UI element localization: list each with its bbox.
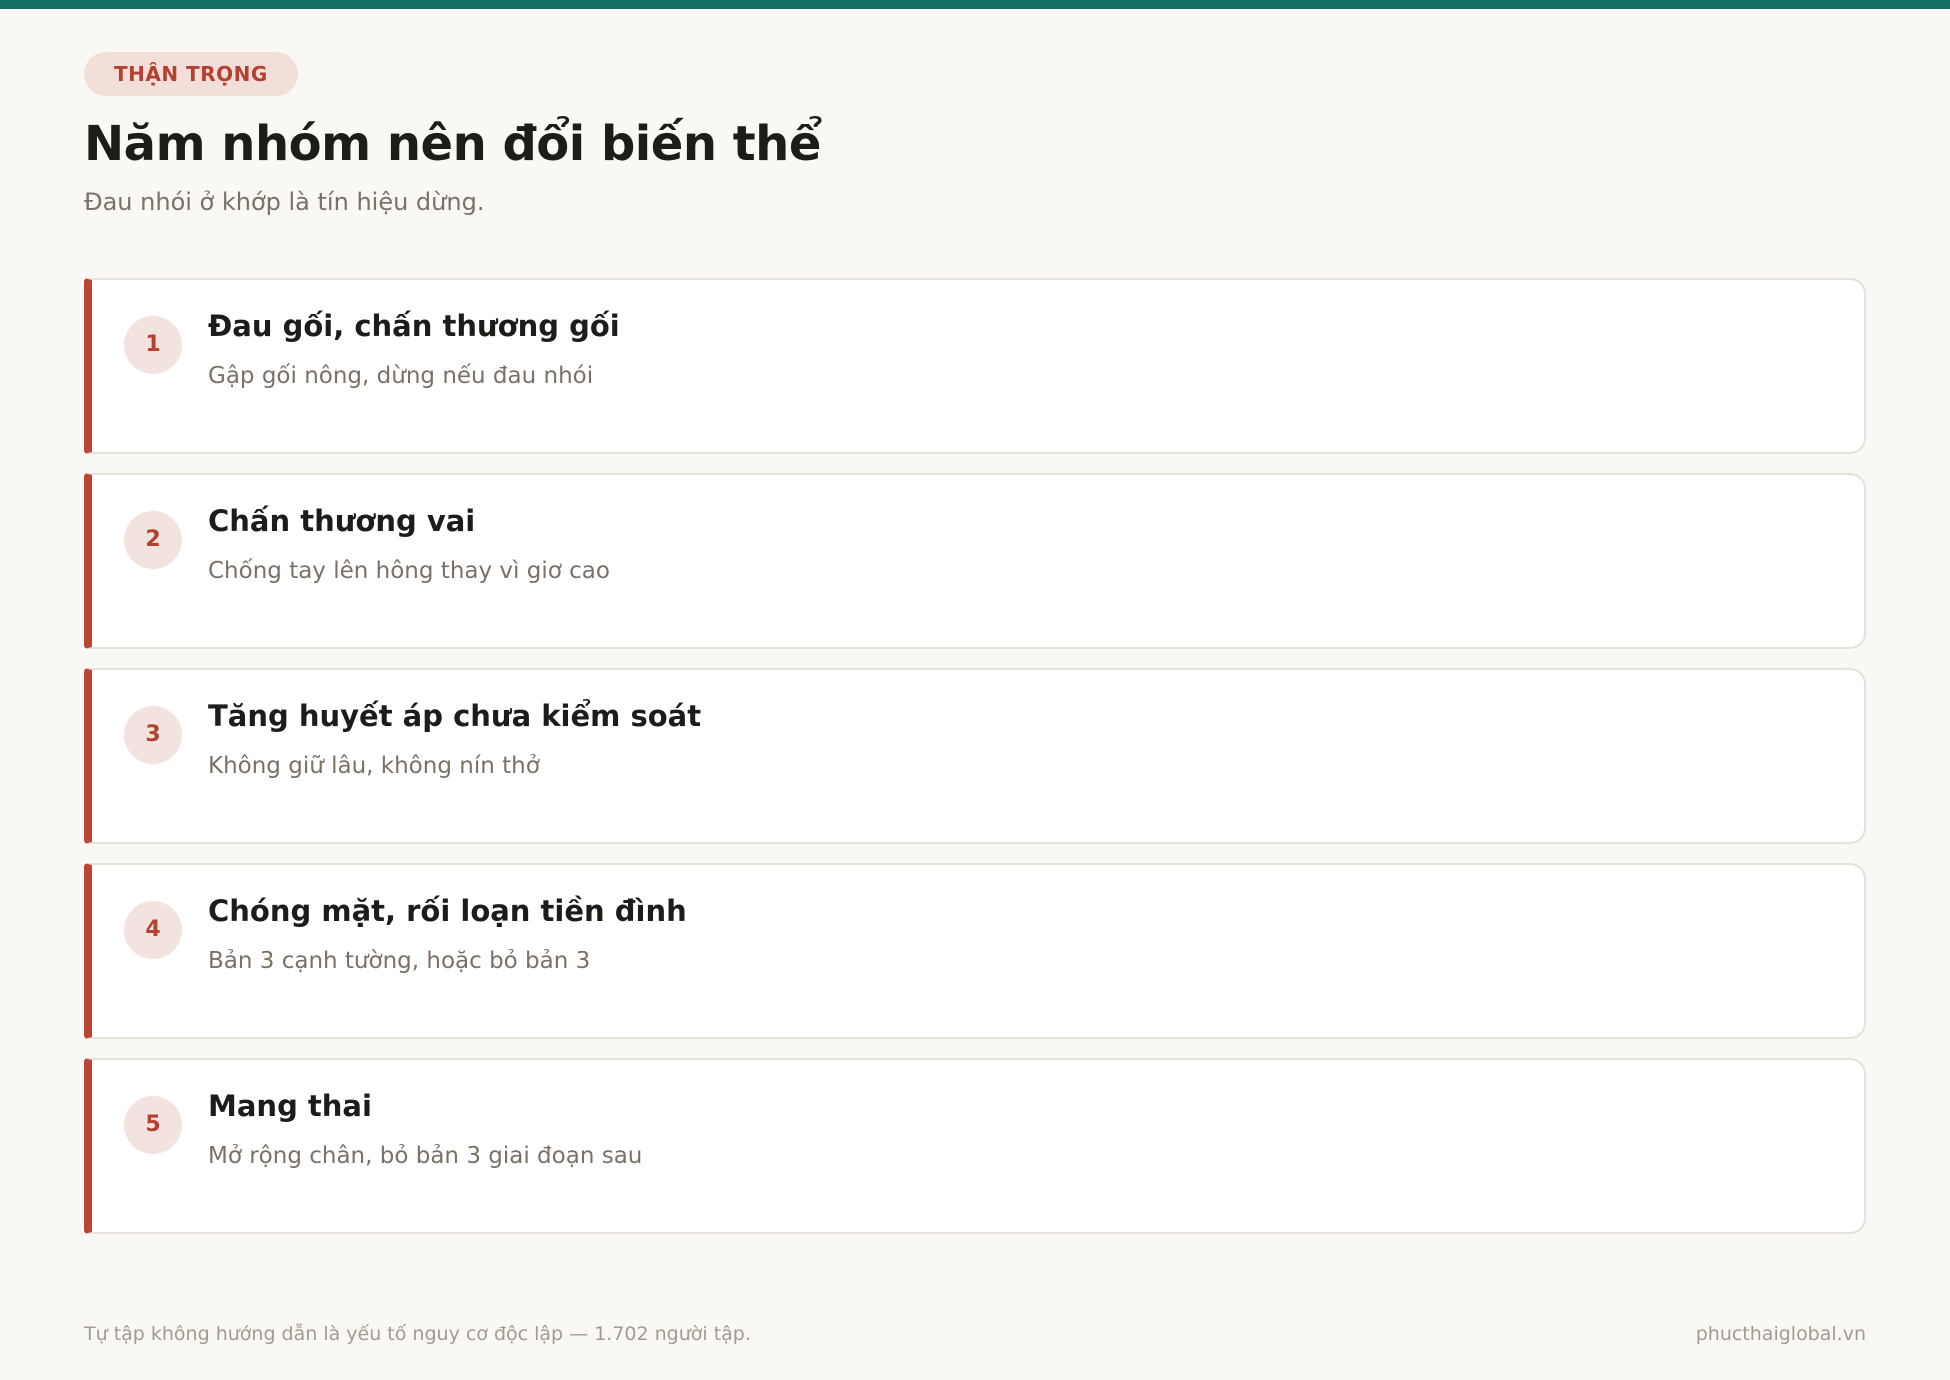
card-number-badge: 3	[124, 706, 182, 764]
card-title: Chóng mặt, rối loạn tiền đình	[208, 894, 687, 928]
card-title: Chấn thương vai	[208, 504, 476, 538]
card-description: Mở rộng chân, bỏ bản 3 giai đoạn sau	[208, 1143, 643, 1169]
caution-list: 1 Đau gối, chấn thương gối Gập gối nông,…	[84, 278, 1866, 1253]
caution-card-2: 2 Chấn thương vai Chống tay lên hông tha…	[84, 473, 1866, 649]
caution-badge: THẬN TRỌNG	[84, 52, 298, 96]
card-title: Mang thai	[208, 1089, 372, 1123]
caution-card-3: 3 Tăng huyết áp chưa kiểm soát Không giữ…	[84, 668, 1866, 844]
caution-card-1: 1 Đau gối, chấn thương gối Gập gối nông,…	[84, 278, 1866, 454]
card-description: Bản 3 cạnh tường, hoặc bỏ bản 3	[208, 948, 591, 974]
card-description: Gập gối nông, dừng nếu đau nhói	[208, 363, 594, 389]
card-number-badge: 1	[124, 316, 182, 374]
card-number-badge: 2	[124, 511, 182, 569]
card-title: Đau gối, chấn thương gối	[208, 309, 620, 343]
card-description: Không giữ lâu, không nín thở	[208, 753, 540, 779]
footer-site-link: phucthaiglobal.vn	[1695, 1323, 1866, 1345]
caution-card-5: 5 Mang thai Mở rộng chân, bỏ bản 3 giai …	[84, 1058, 1866, 1234]
page-subtitle: Đau nhói ở khớp là tín hiệu dừng.	[84, 188, 485, 216]
caution-card-4: 4 Chóng mặt, rối loạn tiền đình Bản 3 cạ…	[84, 863, 1866, 1039]
page-title: Năm nhóm nên đổi biến thể	[84, 116, 821, 172]
card-title: Tăng huyết áp chưa kiểm soát	[208, 699, 702, 733]
page: THẬN TRỌNG Năm nhóm nên đổi biến thể Đau…	[84, 0, 1866, 1380]
card-number-badge: 4	[124, 901, 182, 959]
card-description: Chống tay lên hông thay vì giơ cao	[208, 558, 610, 584]
card-number-badge: 5	[124, 1096, 182, 1154]
footer-note: Tự tập không hướng dẫn là yếu tố nguy cơ…	[84, 1323, 751, 1345]
